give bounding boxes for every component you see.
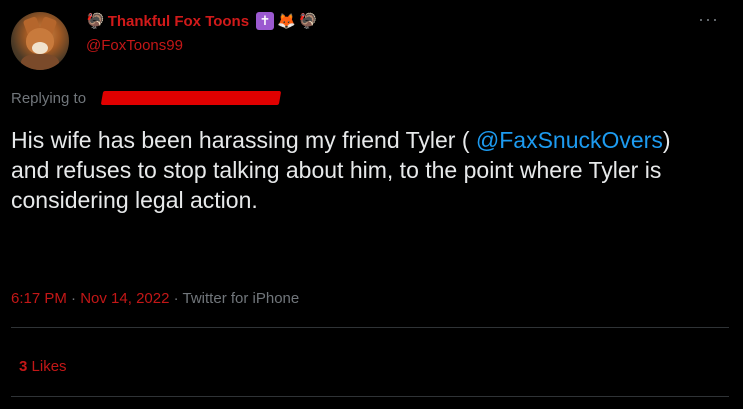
tweet-metadata: 6:17 PM · Nov 14, 2022 · Twitter for iPh… <box>11 290 299 307</box>
mention-link[interactable]: @FaxSnuckOvers <box>476 127 663 153</box>
divider <box>11 396 729 397</box>
latin-cross-icon: ✝ <box>256 12 275 30</box>
tweet-time[interactable]: 6:17 PM <box>11 290 67 307</box>
replying-to-label: Replying to <box>11 90 87 107</box>
display-name-row[interactable]: 🦃 Thankful Fox Toons ✝ 🦊 🦃 <box>86 12 317 30</box>
tweet-card: 🦃 Thankful Fox Toons ✝ 🦊 🦃 @FoxToons99 ·… <box>0 0 743 409</box>
likes-link[interactable]: 3 Likes <box>19 358 67 375</box>
more-options-icon[interactable]: ··· <box>698 10 719 28</box>
redaction-mark <box>100 91 282 105</box>
turkey-icon: 🦃 <box>298 11 318 30</box>
likes-label: Likes <box>31 358 67 375</box>
tweet-date[interactable]: Nov 14, 2022 <box>80 290 169 307</box>
fox-face-icon: 🦊 <box>277 11 296 30</box>
avatar-body <box>21 54 59 70</box>
turkey-icon: 🦃 <box>86 11 105 30</box>
meta-separator: · <box>169 290 183 307</box>
user-handle[interactable]: @FoxToons99 <box>86 37 183 54</box>
meta-separator: · <box>66 290 81 307</box>
avatar[interactable] <box>11 12 69 70</box>
display-name[interactable]: Thankful Fox Toons <box>108 13 249 30</box>
tweet-text-part: His wife has been harassing my friend Ty… <box>11 127 476 153</box>
tweet-source: Twitter for iPhone <box>182 290 300 307</box>
avatar-muzzle <box>32 42 48 54</box>
likes-count: 3 <box>19 358 28 375</box>
tweet-text: His wife has been harassing my friend Ty… <box>11 125 711 215</box>
divider <box>11 327 729 328</box>
